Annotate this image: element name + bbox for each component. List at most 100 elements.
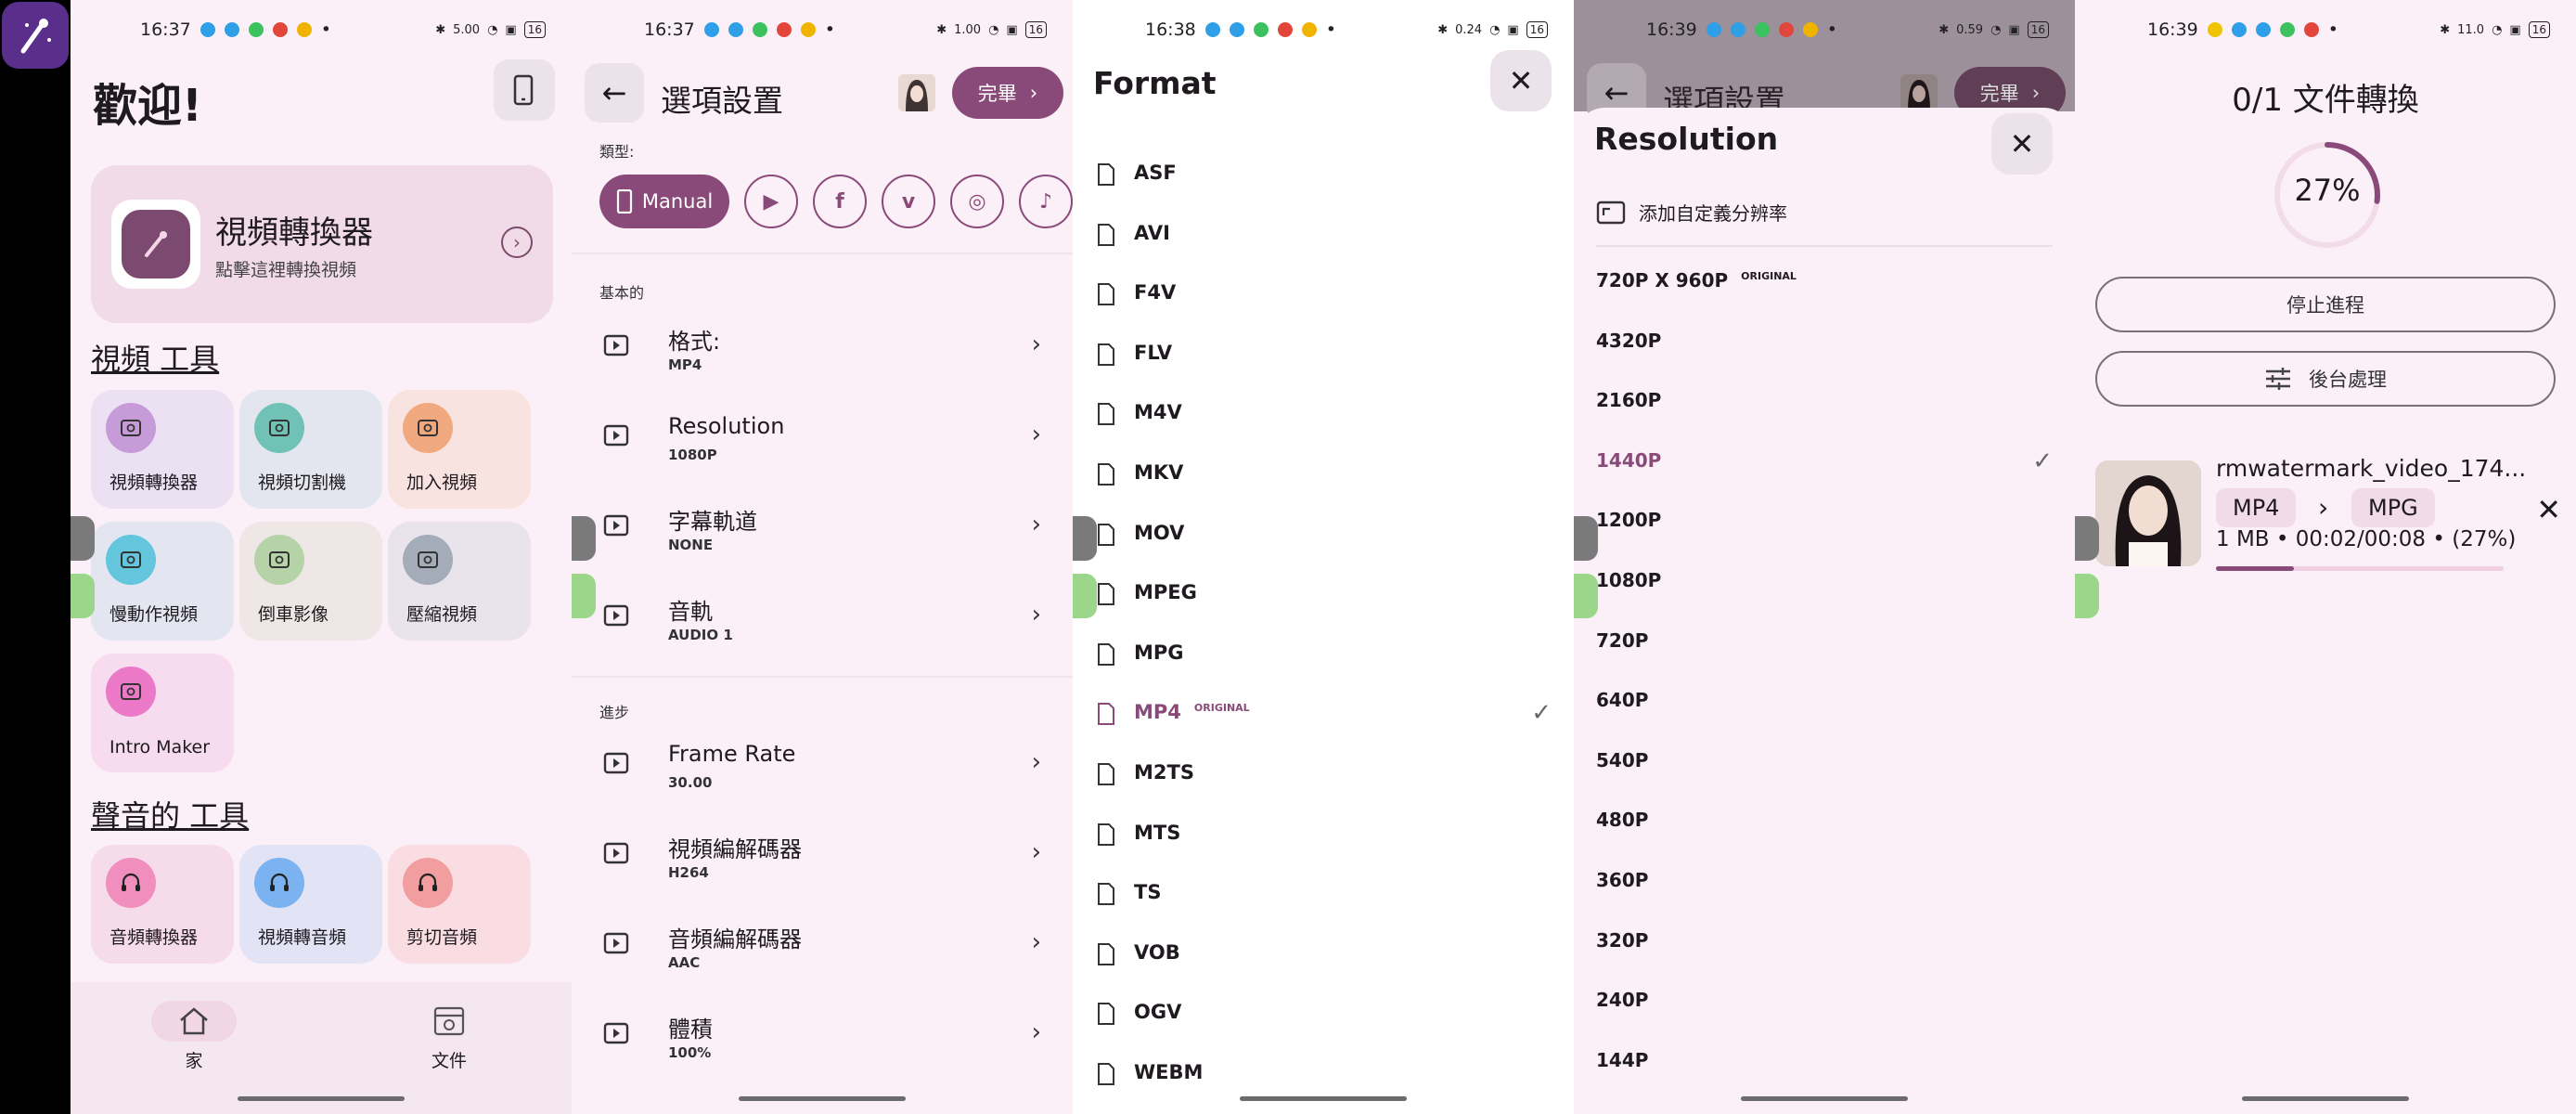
option-row[interactable]: Frame Rate 30.00 › xyxy=(572,720,1073,810)
file-type-icon xyxy=(1095,281,1117,307)
resolution-option[interactable]: 144P xyxy=(1574,1030,2075,1090)
chevron-right-icon: › xyxy=(1029,82,1038,104)
format-option[interactable]: M2TS xyxy=(1073,743,1574,802)
resolution-option[interactable]: 640P xyxy=(1574,670,2075,730)
option-row[interactable]: 字幕軌道 NONE › xyxy=(572,483,1073,572)
video-tools-title: 視頻 工具 xyxy=(91,342,220,377)
target-format-chip: MPG xyxy=(2351,488,2435,527)
resolution-option[interactable]: 1200P xyxy=(1574,490,2075,550)
close-icon: ✕ xyxy=(2009,126,2035,162)
format-option[interactable]: F4V xyxy=(1073,263,1574,322)
video-tool-tile[interactable]: 慢動作視頻 xyxy=(91,522,234,641)
format-option[interactable]: ASF xyxy=(1073,143,1574,202)
option-row[interactable]: Resolution 1080P › xyxy=(572,393,1073,482)
resolution-name: 320P xyxy=(1596,928,1649,952)
resolution-option[interactable]: 240P xyxy=(1574,970,2075,1030)
instagram-icon: ◎ xyxy=(968,189,986,214)
option-row[interactable]: 視頻編解碼器 H264 › xyxy=(572,810,1073,900)
format-option[interactable]: M4V xyxy=(1073,382,1574,442)
facebook-chip[interactable]: f xyxy=(813,175,867,228)
resolution-option[interactable]: 1440P ✓ xyxy=(1574,431,2075,490)
chevron-right-icon[interactable]: › xyxy=(501,227,533,258)
file-name: rmwatermark_video_174... xyxy=(2216,455,2527,482)
instagram-chip[interactable]: ◎ xyxy=(950,175,1004,228)
arrow-left-icon: ← xyxy=(601,75,627,110)
manual-chip[interactable]: Manual xyxy=(599,175,729,228)
cancel-file-button[interactable]: ✕ xyxy=(2536,492,2561,527)
option-row[interactable]: 音軌 AUDIO 1 › xyxy=(572,573,1073,662)
format-name: MPEG xyxy=(1134,581,1197,604)
video-tool-tile[interactable]: 視頻轉換器 xyxy=(91,390,234,509)
format-option[interactable]: MPEG xyxy=(1073,563,1574,622)
floating-side-tab-green[interactable] xyxy=(572,574,596,618)
floating-side-tab-green[interactable] xyxy=(71,574,95,618)
stop-process-button[interactable]: 停止進程 xyxy=(2095,277,2556,332)
done-button[interactable]: 完畢 › xyxy=(952,67,1063,119)
format-option[interactable]: VOB xyxy=(1073,923,1574,982)
audio-tool-tile[interactable]: 剪切音頻 xyxy=(388,845,531,964)
status-time: 16:39 xyxy=(1646,19,1697,40)
resolution-name: 1080P xyxy=(1596,569,1662,591)
format-option[interactable]: MPG xyxy=(1073,623,1574,682)
video-converter-card[interactable]: 視頻轉換器 點擊這裡轉換視頻 › xyxy=(91,165,553,323)
nav-files[interactable]: 文件 xyxy=(380,1001,519,1072)
audio-tool-tile[interactable]: 視頻轉音頻 xyxy=(239,845,382,964)
resolution-option[interactable]: 360P xyxy=(1574,850,2075,910)
format-option[interactable]: OGV xyxy=(1073,982,1574,1042)
resolution-option[interactable]: 480P xyxy=(1574,790,2075,849)
floating-side-tab[interactable] xyxy=(572,516,596,561)
floating-side-tab[interactable] xyxy=(2075,516,2099,561)
floating-side-tab-green[interactable] xyxy=(2075,574,2099,618)
format-option[interactable]: FLV xyxy=(1073,323,1574,382)
option-name: 字幕軌道 xyxy=(668,509,757,535)
battery-icon: 16 xyxy=(1024,21,1047,38)
tiktok-chip[interactable]: ♪ xyxy=(1019,175,1073,228)
resolution-option[interactable]: 4320P xyxy=(1574,311,2075,370)
floating-side-tab-green[interactable] xyxy=(1574,574,1598,618)
audio-codec-icon xyxy=(599,926,633,960)
background-process-button[interactable]: 後台處理 xyxy=(2095,351,2556,407)
video-tool-tile[interactable]: Intro Maker xyxy=(91,654,234,772)
format-option[interactable]: MTS xyxy=(1073,803,1574,862)
close-button[interactable]: ✕ xyxy=(1991,113,2053,175)
floating-side-tab[interactable] xyxy=(1574,516,1598,561)
floating-side-tab[interactable] xyxy=(1073,516,1097,561)
file-type-icon xyxy=(1095,581,1117,607)
battery-icon: 16 xyxy=(1526,21,1548,38)
resolution-option[interactable]: 720P X 960P ORIGINAL xyxy=(1574,251,2075,310)
vimeo-chip[interactable]: v xyxy=(882,175,935,228)
format-option[interactable]: MOV xyxy=(1073,503,1574,563)
resolution-name: 360P xyxy=(1596,869,1649,891)
video-tool-tile[interactable]: 視頻切割機 xyxy=(239,390,382,509)
sheet-title: Format xyxy=(1093,65,1217,101)
add-custom-resolution[interactable]: 添加自定義分辨率 xyxy=(1596,199,1787,226)
format-option[interactable]: AVI xyxy=(1073,203,1574,263)
floating-side-tab-green[interactable] xyxy=(1073,574,1097,618)
option-value: MP4 xyxy=(668,356,702,373)
format-name: M2TS xyxy=(1134,761,1194,784)
audio-tool-tile[interactable]: 音頻轉換器 xyxy=(91,845,234,964)
close-button[interactable]: ✕ xyxy=(1490,50,1552,111)
option-row[interactable]: 格式: MP4 › xyxy=(572,303,1073,392)
format-option[interactable]: MKV xyxy=(1073,443,1574,502)
resolution-option[interactable]: 320P xyxy=(1574,911,2075,970)
back-button[interactable]: ← xyxy=(585,63,644,123)
resolution-option[interactable]: 720P xyxy=(1574,611,2075,670)
video-tool-tile[interactable]: 加入視頻 xyxy=(388,390,531,509)
nav-home[interactable]: 家 xyxy=(124,1001,264,1072)
youtube-chip[interactable]: ▶ xyxy=(744,175,798,228)
floating-side-tab[interactable] xyxy=(71,516,95,561)
resolution-name: 720P xyxy=(1596,628,1649,652)
file-type-icon xyxy=(1095,401,1117,427)
format-option[interactable]: MP4 ORIGINAL ✓ xyxy=(1073,682,1574,742)
device-button[interactable] xyxy=(494,59,555,121)
option-row[interactable]: 音頻編解碼器 AAC › xyxy=(572,900,1073,990)
video-tool-tile[interactable]: 倒車影像 xyxy=(239,522,382,641)
resolution-option[interactable]: 2160P xyxy=(1574,370,2075,430)
option-row[interactable]: 體積 100% › xyxy=(572,991,1073,1080)
resolution-option[interactable]: 540P xyxy=(1574,731,2075,790)
resolution-option[interactable]: 1080P xyxy=(1574,551,2075,610)
video-tool-tile[interactable]: 壓縮視頻 xyxy=(388,522,531,641)
format-option[interactable]: WEBM xyxy=(1073,1043,1574,1102)
format-option[interactable]: TS xyxy=(1073,862,1574,922)
